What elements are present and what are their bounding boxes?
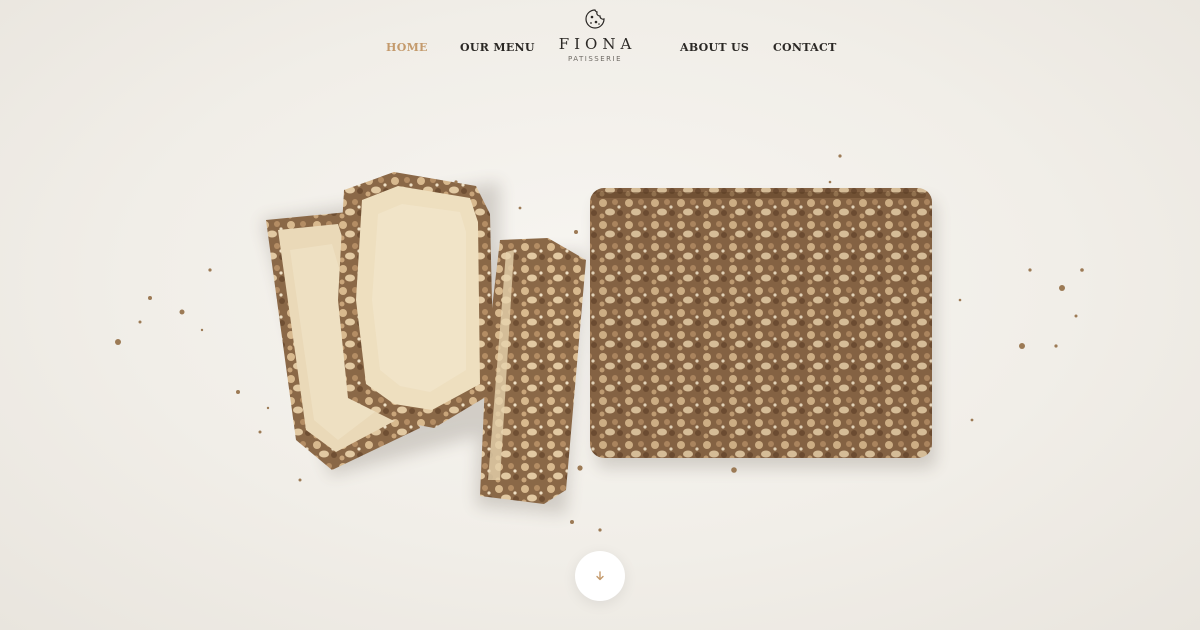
cookie-icon: [585, 9, 605, 29]
cake-slice-front: [338, 172, 494, 428]
main-nav: HOME OUR MENU FIONA PATISSERIE ABOUT US …: [0, 0, 1200, 80]
cake-slice-thin: [480, 238, 586, 504]
hero-section: HOME OUR MENU FIONA PATISSERIE ABOUT US …: [0, 0, 1200, 630]
nav-home-link[interactable]: HOME: [386, 41, 428, 54]
cake-loaf: [590, 188, 932, 458]
brand-logo[interactable]: FIONA PATISSERIE: [550, 8, 640, 72]
hero-image: [115, 154, 1084, 532]
nav-about-us-link[interactable]: ABOUT US: [680, 41, 749, 54]
nav-contact-link[interactable]: CONTACT: [773, 41, 837, 54]
brand-name: FIONA: [558, 35, 637, 53]
nav-our-menu-link[interactable]: OUR MENU: [460, 41, 535, 54]
scroll-down-button[interactable]: [575, 551, 625, 601]
brand-subtitle: PATISSERIE: [567, 55, 623, 63]
arrow-down-icon: [596, 571, 604, 581]
